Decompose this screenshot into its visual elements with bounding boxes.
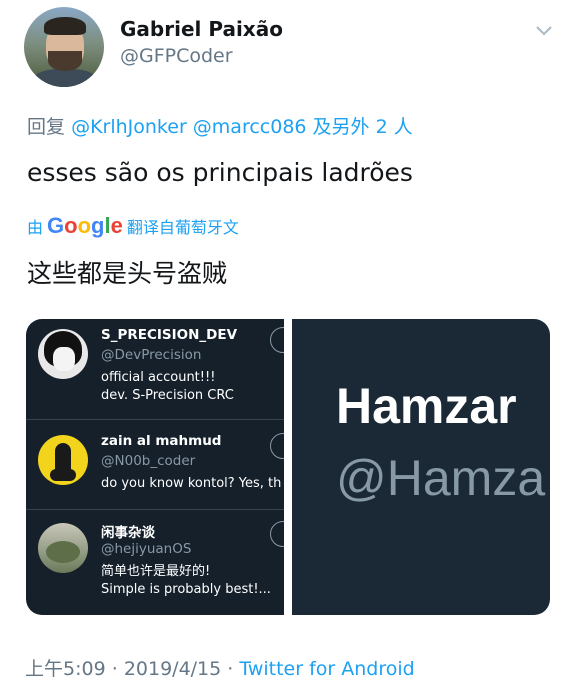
account-avatar bbox=[38, 523, 88, 573]
account-row[interactable]: zain al mahmud @N00b_coder do you know k… bbox=[26, 425, 286, 517]
chevron-down-icon[interactable] bbox=[534, 24, 554, 38]
account-name: S_PRECISION_DEV bbox=[101, 327, 238, 343]
account-bio: do you know kontol? Yes, th bbox=[101, 475, 283, 493]
account-handle: @hejiyuanOS bbox=[101, 541, 192, 557]
account-row[interactable]: 闲事杂谈 @hejiyuanOS 简单也许是最好的! Simple is pro… bbox=[26, 513, 286, 605]
account-name: 闲事杂谈 bbox=[101, 525, 155, 541]
row-divider bbox=[26, 509, 286, 510]
avatar-beard bbox=[48, 51, 82, 71]
author-handle[interactable]: @GFPCoder bbox=[120, 45, 233, 67]
reply-context: 回复 @KrlhJonker @marcc086 及另外 2 人 bbox=[27, 112, 413, 139]
media-image-accounts[interactable]: S_PRECISION_DEV @DevPrecision official a… bbox=[26, 319, 286, 615]
author-avatar[interactable] bbox=[24, 7, 104, 87]
row-divider bbox=[26, 419, 286, 420]
meta-separator: · bbox=[111, 658, 118, 680]
author-name[interactable]: Gabriel Paixão bbox=[120, 17, 283, 41]
tweet-source-link[interactable]: Twitter for Android bbox=[239, 658, 414, 680]
account-row[interactable]: S_PRECISION_DEV @DevPrecision official a… bbox=[26, 319, 286, 411]
translated-by-prefix: 由 bbox=[27, 218, 44, 237]
profile-name: Hamzar bbox=[336, 378, 517, 434]
avatar-face bbox=[53, 347, 75, 371]
avatar-shirt bbox=[32, 69, 98, 87]
account-bio-line: official account!!! bbox=[101, 370, 216, 385]
tweet-text: esses são os principais ladrões bbox=[27, 158, 413, 187]
tweet-time: 上午5:09 bbox=[25, 658, 106, 680]
meta-separator: · bbox=[227, 658, 234, 680]
tweet-date: 2019/4/15 bbox=[123, 658, 222, 680]
reply-mentions[interactable]: @KrlhJonker @marcc086 bbox=[71, 116, 306, 138]
avatar-tree bbox=[46, 541, 80, 563]
account-avatar bbox=[38, 329, 88, 379]
account-bio-line: 简单也许是最好的! bbox=[101, 564, 211, 579]
reply-others-link[interactable]: 及另外 2 人 bbox=[313, 116, 413, 138]
account-bio-line: do you know kontol? Yes, th bbox=[101, 476, 282, 491]
account-handle: @N00b_coder bbox=[101, 453, 196, 469]
account-bio: official account!!! dev. S-Precision CRC bbox=[101, 369, 283, 405]
avatar-silhouette-base bbox=[50, 469, 76, 481]
avatar-hair bbox=[44, 17, 86, 35]
account-handle: @DevPrecision bbox=[101, 347, 202, 363]
tweet-translation: 这些都是头号盗贼 bbox=[27, 259, 228, 288]
tweet-meta: 上午5:09 · 2019/4/15 · Twitter for Android bbox=[25, 654, 415, 681]
account-name: zain al mahmud bbox=[101, 433, 222, 449]
translated-by[interactable]: 由 Google 翻译自葡萄牙文 bbox=[27, 213, 239, 239]
account-bio: 简单也许是最好的! Simple is probably best!... bbox=[101, 563, 283, 599]
google-logo: Google bbox=[47, 213, 123, 238]
translated-by-suffix: 翻译自葡萄牙文 bbox=[126, 218, 239, 237]
account-bio-line: dev. S-Precision CRC bbox=[101, 388, 234, 403]
media-image-profile[interactable]: Hamzar @Hamza bbox=[292, 319, 550, 615]
tweet-media[interactable]: S_PRECISION_DEV @DevPrecision official a… bbox=[26, 319, 550, 615]
profile-handle: @Hamza bbox=[336, 450, 546, 506]
account-avatar bbox=[38, 435, 88, 485]
reply-prefix: 回复 bbox=[27, 116, 66, 138]
account-bio-line: Simple is probably best!... bbox=[101, 582, 271, 597]
